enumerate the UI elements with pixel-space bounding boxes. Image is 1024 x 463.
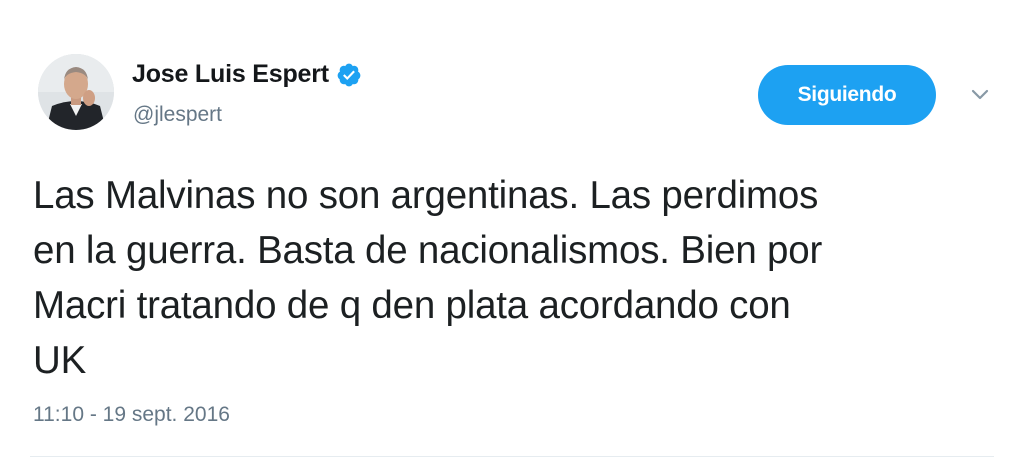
tweet-card: Jose Luis Espert @jlespert Siguiendo Las… bbox=[0, 0, 1024, 463]
tweet-text: Las Malvinas no son argentinas. Las perd… bbox=[33, 174, 823, 382]
verified-badge-icon bbox=[337, 63, 361, 86]
author-display-name[interactable]: Jose Luis Espert bbox=[132, 60, 329, 89]
avatar[interactable] bbox=[38, 54, 114, 130]
following-button[interactable]: Siguiendo bbox=[758, 65, 936, 125]
tweet-timestamp[interactable]: 11:10 - 19 sept. 2016 bbox=[33, 403, 230, 427]
chevron-down-icon[interactable] bbox=[970, 88, 990, 102]
avatar-image bbox=[38, 54, 114, 130]
author-name-row: Jose Luis Espert bbox=[132, 60, 362, 89]
divider bbox=[30, 456, 994, 457]
author-handle[interactable]: @jlespert bbox=[133, 103, 222, 127]
